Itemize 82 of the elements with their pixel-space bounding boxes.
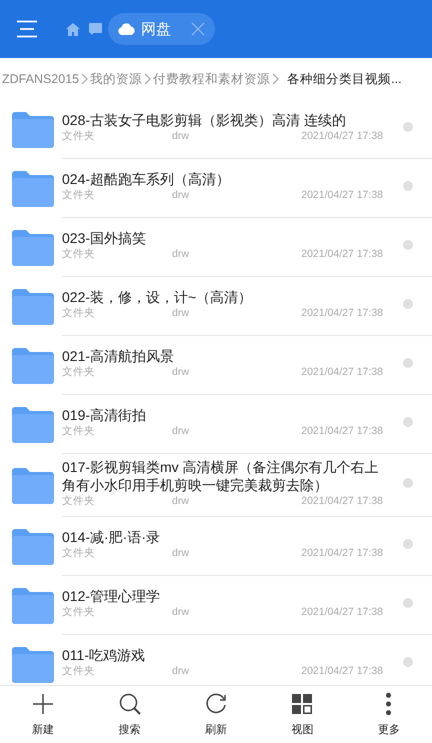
permissions: drw <box>172 547 189 559</box>
folder-icon <box>12 112 54 148</box>
tab[interactable]: 网盘 <box>108 13 215 45</box>
chevron-icon <box>272 73 280 85</box>
file-type: 文件夹 <box>62 307 95 319</box>
dot-icon[interactable] <box>403 598 413 608</box>
file-type: 文件夹 <box>62 665 95 677</box>
search-icon <box>118 692 142 716</box>
folder-icon <box>12 588 54 624</box>
folder-name[interactable]: 019-高清街拍 <box>62 406 383 424</box>
file-type: 文件夹 <box>62 366 95 378</box>
dot-icon[interactable] <box>403 299 413 309</box>
modified-date: 2021/04/27 17:38 <box>301 495 383 508</box>
file-type: 文件夹 <box>62 130 95 142</box>
file-type: 文件夹 <box>62 248 95 260</box>
toolbar-button[interactable]: 新建 <box>0 686 86 743</box>
menu-icon[interactable] <box>16 20 38 38</box>
permissions: drw <box>172 189 189 201</box>
modified-date: 2021/04/27 17:38 <box>301 248 383 261</box>
dot-icon[interactable] <box>403 478 413 488</box>
file-type: 文件夹 <box>62 495 95 507</box>
folder-name[interactable]: 024-超酷跑车系列（高清） <box>62 170 383 188</box>
dot-icon[interactable] <box>403 539 413 549</box>
permissions: drw <box>172 307 189 319</box>
file-type: 文件夹 <box>62 547 95 559</box>
breadcrumb-item[interactable]: ZDFANS2015 <box>2 72 80 86</box>
modified-date: 2021/04/27 17:38 <box>301 547 383 560</box>
file-type: 文件夹 <box>62 606 95 618</box>
file-type: 文件夹 <box>62 425 95 437</box>
dot-icon[interactable] <box>403 122 413 132</box>
dot-icon[interactable] <box>403 181 413 191</box>
breadcrumb-item[interactable]: 各种细分类目视频... <box>287 70 402 88</box>
modified-date: 2021/04/27 17:38 <box>301 130 383 143</box>
chevron-icon <box>144 73 152 85</box>
folder-icon <box>12 288 54 324</box>
folder-icon <box>12 528 54 564</box>
dot-icon[interactable] <box>403 240 413 250</box>
modified-date: 2021/04/27 17:38 <box>301 366 383 379</box>
modified-date: 2021/04/27 17:38 <box>301 425 383 438</box>
toolbar-button[interactable]: 更多 <box>346 686 432 743</box>
folder-icon <box>12 348 54 384</box>
folder-name[interactable]: 021-高清航拍风景 <box>62 347 383 365</box>
modified-date: 2021/04/27 17:38 <box>301 307 383 320</box>
folder-icon <box>12 170 54 206</box>
chevron-icon <box>81 73 88 85</box>
permissions: drw <box>172 366 189 378</box>
cloud-icon <box>118 23 135 35</box>
toolbar-button[interactable]: 视图 <box>259 686 346 743</box>
permissions: drw <box>172 248 189 260</box>
permissions: drw <box>172 425 189 437</box>
folder-name[interactable]: 022-装，修，设，计~（高清） <box>62 288 383 306</box>
refresh-icon <box>204 692 228 716</box>
toolbar-button[interactable]: 刷新 <box>172 686 260 743</box>
dot-icon[interactable] <box>403 417 413 427</box>
permissions: drw <box>172 495 189 507</box>
folder-name[interactable]: 012-管理心理学 <box>62 587 383 605</box>
folder-name[interactable]: 017-影视剪辑类mv 高清横屏（备注偶尔有几个右上角有小水印用手机剪映一键完美裁剪去除） <box>62 458 383 494</box>
folder-icon <box>12 646 54 682</box>
modified-date: 2021/04/27 17:38 <box>301 665 383 678</box>
permissions: drw <box>172 606 189 618</box>
home-icon[interactable] <box>66 22 80 36</box>
file-type: 文件夹 <box>62 189 95 201</box>
folder-name[interactable]: 011-吃鸡游戏 <box>62 646 383 664</box>
plus-icon <box>31 692 56 716</box>
folder-icon <box>12 230 54 266</box>
breadcrumb-item[interactable]: 我的资源 <box>90 70 142 88</box>
grid-icon <box>290 692 314 716</box>
folder-name[interactable]: 028-古装女子电影剪辑（影视类）高清 连续的 <box>62 111 383 129</box>
modified-date: 2021/04/27 17:38 <box>301 606 383 619</box>
more-icon <box>386 692 392 716</box>
toolbar-button[interactable]: 搜索 <box>86 686 173 743</box>
modified-date: 2021/04/27 17:38 <box>301 189 383 202</box>
breadcrumb-item[interactable]: 付费教程和素材资源 <box>153 70 270 88</box>
close-icon[interactable] <box>191 22 205 36</box>
permissions: drw <box>172 665 189 677</box>
dot-icon[interactable] <box>403 358 413 368</box>
folder-icon <box>12 406 54 442</box>
folder-icon <box>12 468 54 504</box>
folder-name[interactable]: 023-国外搞笑 <box>62 229 383 247</box>
permissions: drw <box>172 130 189 142</box>
folder-name[interactable]: 014-减·肥·语·录 <box>62 528 383 546</box>
dot-icon[interactable] <box>403 657 413 667</box>
